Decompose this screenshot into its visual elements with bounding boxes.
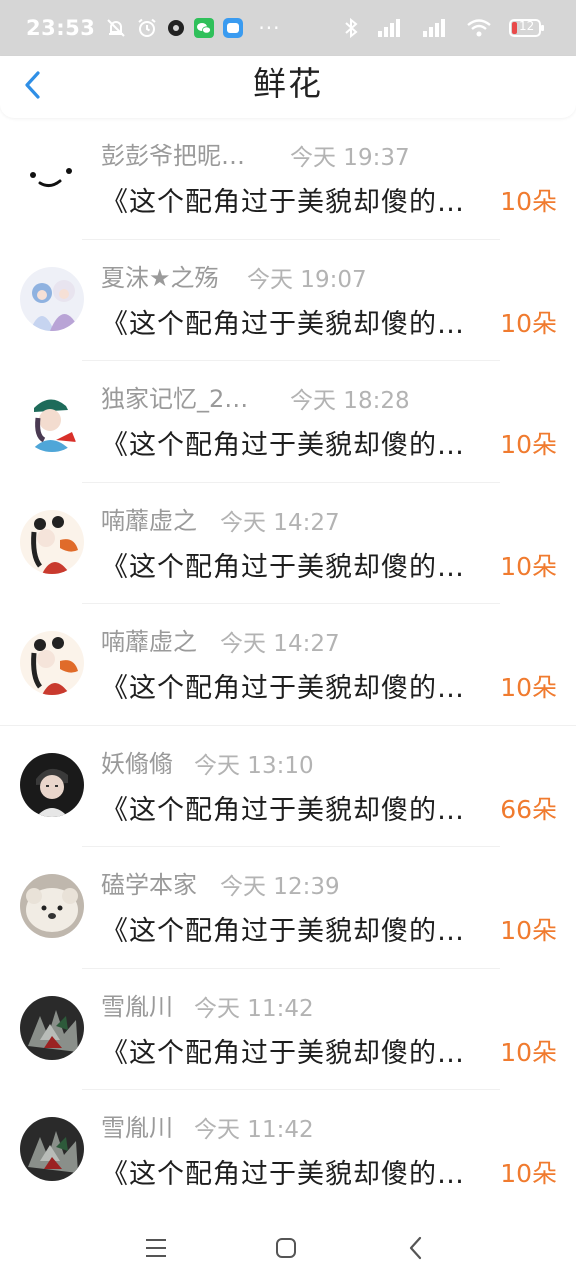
sent-time: 今天 14:27	[220, 509, 340, 536]
flower-amount: 10朵	[500, 308, 557, 338]
sender-name: 雪胤川	[101, 992, 173, 1021]
sent-time: 今天 13:10	[194, 752, 314, 779]
sent-time: 今天 11:42	[194, 995, 314, 1022]
flower-amount: 10朵	[500, 551, 557, 581]
back-arrow-icon	[409, 1236, 422, 1260]
sent-time: 今天 14:27	[220, 631, 340, 657]
list-item[interactable]: 独家记忆_2… 今天 18:28 《这个配角过于美貌却傻的… 10朵	[0, 361, 576, 483]
avatar[interactable]	[20, 509, 84, 574]
nav-back-button[interactable]	[398, 1230, 434, 1266]
sender-name: 彭彭爷把昵…	[101, 142, 245, 170]
menu-button[interactable]	[138, 1230, 174, 1266]
list-item[interactable]: 磕学本家 今天 12:39 《这个配角过于美貌却傻的… 10朵	[0, 847, 576, 969]
avatar[interactable]	[20, 388, 84, 452]
flower-amount: 10朵	[500, 916, 557, 945]
avatar[interactable]	[20, 874, 84, 938]
page-title: 鲜花	[253, 64, 323, 103]
sender-name: 喃蘼虚之	[101, 628, 197, 656]
chat-app-icon	[223, 18, 244, 38]
screen: 23:53 ··· 12 鲜花 彭彭爷把昵… 今天 19:37 《这个配角过于美…	[0, 0, 576, 1280]
avatar[interactable]	[20, 266, 84, 331]
list-item[interactable]: 彭彭爷把昵… 今天 19:37 《这个配角过于美貌却傻的… 10朵	[0, 118, 576, 240]
gift-list: 彭彭爷把昵… 今天 19:37 《这个配角过于美貌却傻的… 10朵 夏沫★之殇 …	[0, 118, 576, 1212]
avatar[interactable]	[20, 145, 84, 209]
flower-amount: 10朵	[500, 187, 557, 216]
message-text: 《这个配角过于美貌却傻的…	[101, 551, 465, 583]
menu-icon	[146, 1239, 166, 1257]
flower-amount: 10朵	[500, 1159, 557, 1188]
bluetooth-icon	[343, 17, 359, 39]
home-icon	[276, 1238, 296, 1258]
message-text: 《这个配角过于美貌却傻的…	[101, 916, 465, 947]
status-right: 12	[343, 17, 554, 39]
flower-amount: 10朵	[500, 673, 557, 702]
sender-name: 妖翛翛	[101, 749, 173, 778]
header: 鲜花	[0, 56, 576, 118]
message-text: 《这个配角过于美貌却傻的…	[101, 1159, 465, 1190]
wechat-icon	[194, 18, 215, 38]
avatar[interactable]	[20, 995, 84, 1060]
list-item[interactable]: 雪胤川 今天 11:42 《这个配角过于美貌却傻的… 10朵	[0, 1090, 576, 1212]
message-text: 《这个配角过于美貌却傻的…	[101, 673, 465, 704]
list-item[interactable]: 妖翛翛 今天 13:10 《这个配角过于美貌却傻的… 66朵	[0, 726, 576, 847]
more-notifications-icon: ···	[258, 16, 281, 40]
system-nav-bar	[0, 1212, 576, 1280]
sender-name: 喃蘼虚之	[101, 506, 197, 535]
message-text: 《这个配角过于美貌却傻的…	[101, 187, 465, 218]
status-bar: 23:53 ··· 12	[0, 0, 576, 56]
status-time: 23:53	[26, 16, 96, 40]
flower-amount: 66朵	[500, 794, 557, 824]
avatar[interactable]	[20, 752, 84, 817]
message-text: 《这个配角过于美貌却傻的…	[101, 308, 465, 340]
message-text: 《这个配角过于美貌却傻的…	[101, 430, 465, 461]
list-item[interactable]: 喃蘼虚之 今天 14:27 《这个配角过于美貌却傻的… 10朵	[0, 604, 576, 726]
sender-name: 雪胤川	[101, 1114, 173, 1142]
wifi-icon	[466, 17, 492, 39]
list-item[interactable]: 喃蘼虚之 今天 14:27 《这个配角过于美貌却傻的… 10朵	[0, 483, 576, 604]
avatar[interactable]	[20, 1117, 84, 1181]
sent-time: 今天 19:37	[290, 145, 410, 171]
message-text: 《这个配角过于美貌却傻的…	[101, 794, 465, 826]
sent-time: 今天 19:07	[247, 266, 367, 293]
signal-icon-1	[376, 17, 404, 39]
sent-time: 今天 18:28	[290, 388, 410, 414]
sender-name: 夏沫★之殇	[101, 263, 219, 292]
sent-time: 今天 12:39	[220, 874, 340, 900]
list-item[interactable]: 雪胤川 今天 11:42 《这个配角过于美貌却傻的… 10朵	[0, 969, 576, 1090]
signal-icon-2	[421, 17, 449, 39]
list-item[interactable]: 夏沫★之殇 今天 19:07 《这个配角过于美貌却傻的… 10朵	[0, 240, 576, 361]
alarm-icon	[136, 17, 158, 39]
sent-time: 今天 11:42	[194, 1117, 314, 1143]
mute-bell-icon	[105, 17, 127, 39]
sender-name: 独家记忆_2…	[101, 385, 249, 413]
home-button[interactable]	[268, 1230, 304, 1266]
app-notification-icon	[167, 19, 185, 37]
avatar[interactable]	[20, 631, 84, 695]
message-text: 《这个配角过于美貌却傻的…	[101, 1037, 465, 1069]
sender-name: 磕学本家	[101, 871, 197, 899]
flower-amount: 10朵	[500, 1037, 557, 1067]
battery-level: 12	[519, 19, 535, 33]
battery-icon: 12	[509, 18, 545, 38]
flower-amount: 10朵	[500, 430, 557, 459]
